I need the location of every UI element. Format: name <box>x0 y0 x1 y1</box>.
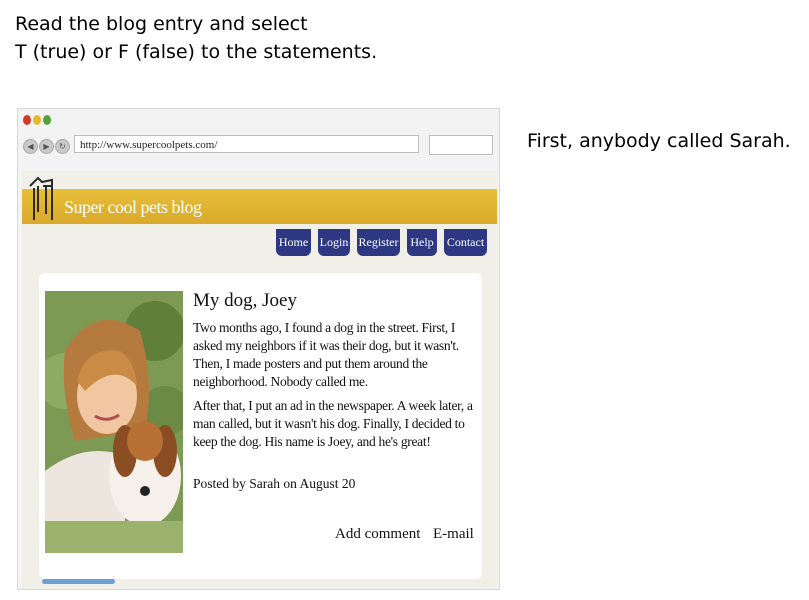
post-paragraph-2: After that, I put an ad in the newspaper… <box>193 398 473 449</box>
nav-register-button[interactable]: Register <box>357 229 400 256</box>
horizontal-scrollbar[interactable] <box>42 579 115 584</box>
refresh-icon[interactable]: ↻ <box>55 139 70 154</box>
statement-text: First, anybody called Sarah. <box>527 130 791 152</box>
forward-arrow-icon[interactable]: ▶ <box>39 139 54 154</box>
browser-window: ◀ ▶ ↻ http://www.supercoolpets.com/ Supe… <box>17 108 500 590</box>
address-bar[interactable]: http://www.supercoolpets.com/ <box>74 135 419 153</box>
email-link[interactable]: E-mail <box>433 526 474 543</box>
nav-home-button[interactable]: Home <box>276 229 311 256</box>
instruction-line-1: Read the blog entry and select <box>15 13 308 35</box>
nav-help-button[interactable]: Help <box>407 229 437 256</box>
browser-search-box[interactable] <box>429 135 493 155</box>
blog-page: Super cool pets blog Home Login Register… <box>22 171 497 589</box>
posted-by: Posted by Sarah on August 20 <box>193 476 356 491</box>
post-body: Two months ago, I found a dog in the str… <box>193 319 478 457</box>
post-paragraph-1: Two months ago, I found a dog in the str… <box>193 320 459 389</box>
minimize-window-icon[interactable] <box>33 115 41 125</box>
maximize-window-icon[interactable] <box>43 115 51 125</box>
instruction-line-2: T (true) or F (false) to the statements. <box>15 41 378 63</box>
post-title: My dog, Joey <box>193 290 297 311</box>
nav-contact-button[interactable]: Contact <box>444 229 487 256</box>
instructions: Read the blog entry and select T (true) … <box>15 10 377 66</box>
dog-logo-icon <box>29 176 53 220</box>
add-comment-link[interactable]: Add comment <box>335 526 420 543</box>
blog-post-card: My dog, Joey Two months ago, I found a d… <box>39 273 482 579</box>
nav-login-button[interactable]: Login <box>318 229 350 256</box>
woman-with-dog-photo <box>45 291 183 553</box>
blog-name[interactable]: Super cool pets blog <box>64 197 202 218</box>
back-arrow-icon[interactable]: ◀ <box>23 139 38 154</box>
close-window-icon[interactable] <box>23 115 31 125</box>
